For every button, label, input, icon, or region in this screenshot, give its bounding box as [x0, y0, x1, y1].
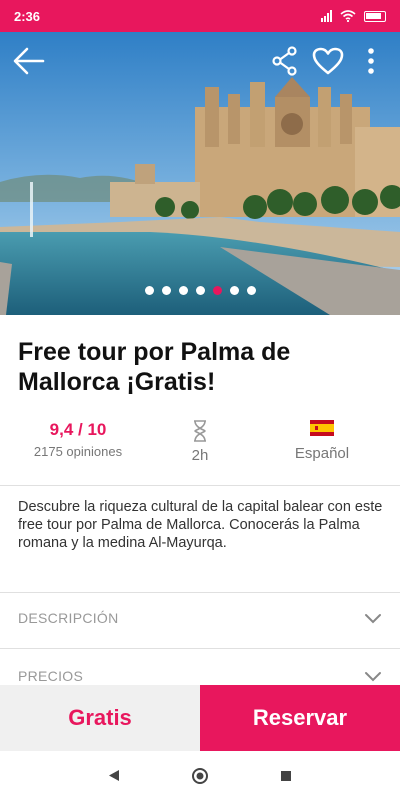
nav-recents-button[interactable]	[243, 751, 329, 800]
back-button[interactable]	[12, 44, 46, 78]
carousel-indicator	[0, 286, 400, 295]
hero-toolbar	[0, 32, 400, 92]
carousel-dot[interactable]	[195, 286, 205, 295]
chevron-down-icon	[365, 613, 381, 623]
hourglass-icon	[194, 420, 206, 442]
nav-home-button[interactable]	[157, 751, 243, 800]
wifi-icon	[340, 10, 356, 22]
system-nav-bar	[0, 751, 400, 800]
more-button[interactable]	[354, 44, 388, 78]
triangle-back-icon	[109, 770, 119, 781]
share-button[interactable]	[268, 44, 302, 78]
carousel-dot[interactable]	[161, 286, 171, 295]
divider	[0, 648, 400, 649]
booking-bar: Gratis Reservar	[0, 685, 400, 751]
hero-image[interactable]	[0, 32, 400, 315]
tour-description: Descubre la riqueza cultural de la capit…	[18, 499, 383, 551]
nav-back-button[interactable]	[71, 751, 157, 800]
carousel-dot[interactable]	[246, 286, 256, 295]
signal-icon	[321, 10, 332, 22]
language-value: Español	[294, 445, 350, 462]
chevron-down-icon	[365, 671, 381, 681]
reviews-count: 2175 opiniones	[33, 444, 123, 459]
section-label: DESCRIPCIÓN	[18, 610, 119, 626]
favorite-button[interactable]	[311, 44, 345, 78]
arrow-left-icon	[13, 47, 45, 75]
duration-value: 2h	[191, 447, 209, 464]
carousel-dot[interactable]	[144, 286, 154, 295]
more-vertical-icon	[368, 48, 374, 74]
price-label: Gratis	[0, 685, 200, 751]
tour-title: Free tour por Palma de Mallorca ¡Gratis!	[18, 338, 291, 396]
rating-stat[interactable]: 9,4 / 10 2175 opiniones	[8, 420, 148, 459]
share-icon	[272, 46, 297, 76]
tour-details: Free tour por Palma de Mallorca ¡Gratis!…	[0, 315, 400, 685]
divider	[0, 485, 400, 486]
reserve-button[interactable]: Reservar	[200, 685, 400, 751]
square-recents-icon	[281, 770, 291, 781]
carousel-dot[interactable]	[212, 286, 222, 295]
rating-value: 9,4 / 10	[49, 420, 107, 439]
section-description[interactable]: DESCRIPCIÓN	[0, 593, 400, 643]
duration-stat: 2h	[130, 420, 270, 464]
tour-stats: 9,4 / 10 2175 opiniones 2h Español	[0, 420, 400, 480]
status-icons	[321, 10, 386, 22]
carousel-dot[interactable]	[178, 286, 188, 295]
battery-icon	[364, 10, 386, 22]
spain-flag-icon	[310, 420, 334, 436]
status-bar: 2:36	[0, 0, 400, 32]
heart-outline-icon	[312, 47, 344, 75]
circle-home-icon	[192, 767, 208, 784]
status-time: 2:36	[14, 8, 41, 24]
language-stat: Español	[252, 420, 392, 462]
section-label: PRECIOS	[18, 668, 84, 684]
section-prices[interactable]: PRECIOS	[0, 651, 400, 685]
carousel-dot[interactable]	[229, 286, 239, 295]
